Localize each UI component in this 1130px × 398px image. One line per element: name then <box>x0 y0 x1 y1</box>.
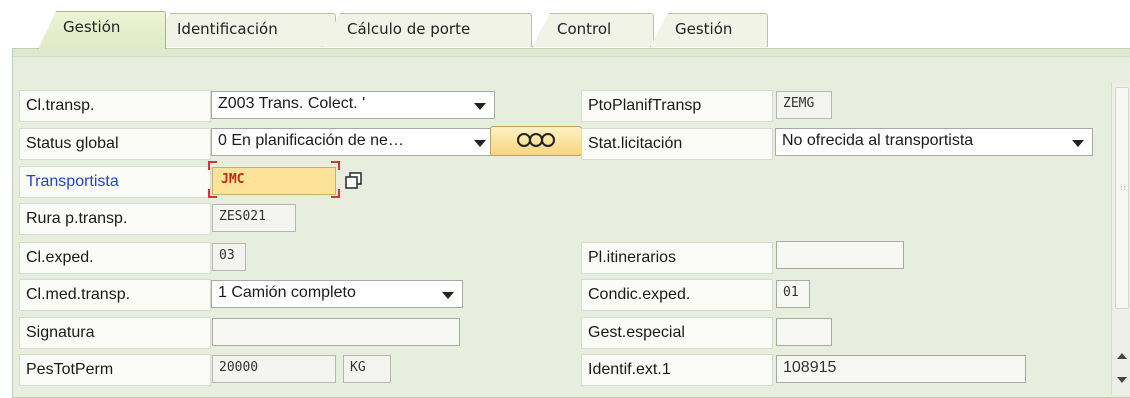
condic-exped-label: Condic.exped. <box>581 279 773 311</box>
stat-licitacion-value: No ofrecida al transportista <box>782 132 974 149</box>
scrollbar-thumb[interactable]: ⁞⁞ <box>1115 87 1129 309</box>
signatura-field[interactable] <box>212 318 460 346</box>
tab-gestion[interactable]: Gestión <box>38 11 166 49</box>
scroll-up-icon[interactable] <box>1117 353 1127 359</box>
tab-calculo-porte[interactable]: Cálculo de porte <box>322 13 532 47</box>
tab-label: Cálculo de porte <box>347 20 471 38</box>
transportista-label[interactable]: Transportista <box>19 166 211 198</box>
status-global-dropdown[interactable]: 0 En planificación de ne… <box>211 128 495 156</box>
scroll-down-icon[interactable] <box>1117 377 1127 383</box>
tab-label: Identificación <box>177 20 278 38</box>
cl-med-value: 1 Camión completo <box>218 284 356 301</box>
pto-planif-label: PtoPlanifTransp <box>581 90 773 122</box>
copy-icon[interactable] <box>345 172 363 190</box>
status-global-value: 0 En planificación de ne… <box>218 132 404 149</box>
gest-especial-field[interactable] <box>776 318 832 346</box>
cl-med-label: Cl.med.transp. <box>19 279 211 311</box>
transportista-input[interactable]: JMC <box>212 167 336 195</box>
condic-exped-field[interactable]: 01 <box>776 280 810 308</box>
tab-bar: Gestión Identificación Cálculo de porte … <box>0 0 1130 49</box>
signatura-label: Signatura <box>19 317 211 349</box>
cl-transp-value: Z003 Trans. Colect. ' <box>218 95 366 112</box>
panel-header-strip <box>13 49 1130 57</box>
rura-label: Rura p.transp. <box>19 203 211 235</box>
form-panel: Cl.transp. Z003 Trans. Colect. ' Status … <box>12 48 1130 398</box>
tab-label: Gestión <box>675 20 733 38</box>
cl-exped-field[interactable]: 03 <box>212 243 246 271</box>
pes-tot-field[interactable]: 20000 <box>212 355 336 383</box>
status-detail-button[interactable] <box>490 126 582 156</box>
tab-label: Gestión <box>63 18 121 36</box>
required-corner <box>208 161 217 170</box>
cl-transp-label: Cl.transp. <box>19 90 211 122</box>
pl-itinerarios-label: Pl.itinerarios <box>581 242 773 274</box>
ooo-icon <box>516 133 556 152</box>
tab-identificacion[interactable]: Identificación <box>152 13 336 47</box>
vertical-scrollbar[interactable]: ⁞⁞ <box>1111 83 1130 395</box>
chevron-down-icon <box>1072 140 1084 147</box>
chevron-down-icon <box>474 103 486 110</box>
required-corner <box>331 161 340 170</box>
gest-especial-label: Gest.especial <box>581 317 773 349</box>
grip-icon: ⁞⁞ <box>1120 183 1128 192</box>
cl-exped-label: Cl.exped. <box>19 242 211 274</box>
cl-med-dropdown[interactable]: 1 Camión completo <box>211 280 463 308</box>
pes-tot-unit[interactable]: KG <box>343 355 391 383</box>
stat-licitacion-label: Stat.licitación <box>581 128 773 160</box>
status-global-label: Status global <box>19 128 211 160</box>
cl-transp-dropdown[interactable]: Z003 Trans. Colect. ' <box>211 91 495 119</box>
identif-ext-label: Identif.ext.1 <box>581 354 773 386</box>
tab-control[interactable]: Control <box>532 13 654 47</box>
required-corner <box>208 189 217 198</box>
identif-ext-field[interactable]: 108915 <box>776 355 1026 383</box>
tab-label: Control <box>557 20 612 38</box>
pto-planif-field[interactable]: ZEMG <box>776 91 832 119</box>
rura-field[interactable]: ZES021 <box>212 204 296 232</box>
tab-gestion-2[interactable]: Gestión <box>650 13 768 47</box>
pes-tot-label: PesTotPerm <box>19 354 211 386</box>
chevron-down-icon <box>442 292 454 299</box>
pl-itinerarios-field[interactable] <box>776 241 904 269</box>
chevron-down-icon <box>474 140 486 147</box>
stat-licitacion-dropdown[interactable]: No ofrecida al transportista <box>775 128 1093 156</box>
required-corner <box>331 189 340 198</box>
